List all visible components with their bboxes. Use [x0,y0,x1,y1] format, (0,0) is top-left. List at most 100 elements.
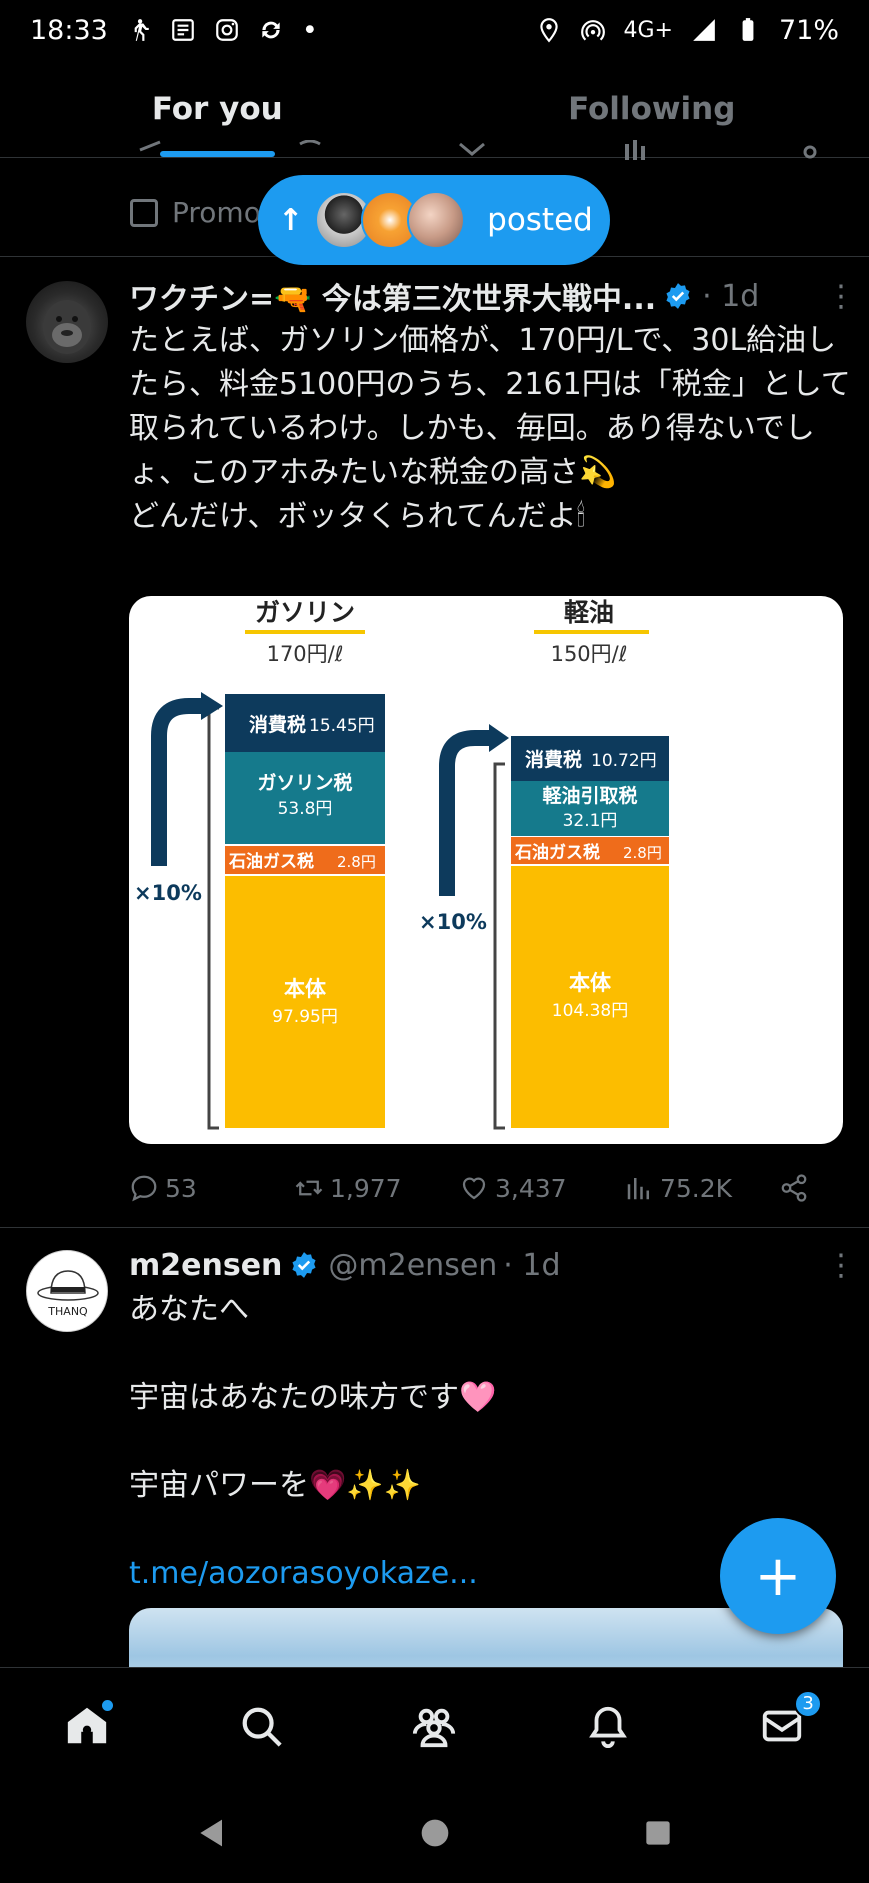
instagram-icon [215,19,238,41]
reply-icon [131,1175,157,1202]
value: 15.45円 [309,716,375,736]
search-icon [242,1707,282,1747]
more-options-icon[interactable]: ⋮ [825,279,856,314]
tweet-header: m2ensen @m2ensen · 1d ⋮ [129,1244,856,1286]
tab-for-you-label: For you [151,90,283,127]
home-circle-icon[interactable] [415,1813,455,1853]
repost-button[interactable]: 1,977 [294,1173,459,1203]
arrow-head [489,724,509,752]
label: 石油ガス税 [228,851,314,872]
bracket [207,706,219,1130]
nav-messages[interactable]: 3 [752,1689,823,1756]
label: 軽油引取税 [542,784,637,807]
nav-notifications[interactable] [578,1696,638,1756]
share-button[interactable] [779,1173,809,1203]
pill-avatars [315,191,466,249]
compose-button[interactable]: + [720,1518,836,1634]
status-time: 18:33 [30,14,108,46]
previous-tweet-icons [139,140,817,160]
value: 2.8円 [337,853,376,871]
more-options-icon[interactable]: ⋮ [825,1248,856,1283]
reply-count: 53 [165,1173,197,1203]
hotspot-icon [580,20,605,41]
communities-icon [413,1708,456,1747]
author-name[interactable]: m2ensen [129,1248,282,1283]
reply-button[interactable]: 53 [129,1173,294,1203]
nav-communities[interactable] [404,1696,464,1756]
back-icon[interactable] [192,1813,232,1853]
tab-following-label: Following [568,90,736,127]
value: 10.72円 [591,751,657,771]
promoted-icon [130,198,158,227]
nav-home[interactable] [57,1696,117,1756]
gasoline-price: 170円/ℓ [267,642,344,666]
label: 消費税 [249,713,306,736]
tweet-time: · 1d [503,1247,561,1283]
avatar[interactable]: THANQ [26,1250,108,1332]
gasoline-rate: ×10% [134,881,202,905]
verified-icon [666,283,690,309]
arrow-head [201,692,223,720]
arrow [151,698,201,866]
title-underline [245,630,365,634]
tweet-media-image[interactable] [129,1608,843,1668]
bracket [493,762,505,1130]
tweet-text-line: あなたへ [129,1292,249,1327]
messages-badge: 3 [794,1689,823,1718]
nav-search[interactable] [231,1696,291,1756]
like-button[interactable]: 3,437 [459,1173,624,1203]
new-content-dot [101,1699,113,1711]
previous-tweet-actions [0,140,869,160]
like-count: 3,437 [495,1173,567,1203]
views-button[interactable]: 75.2K [624,1173,779,1203]
network-type: 4G+ [623,17,673,43]
walk-icon [134,19,149,41]
value: 104.38円 [552,1001,628,1021]
arrow-up-icon: ↑ [278,202,304,238]
label: ガソリン税 [257,771,352,794]
author-handle[interactable]: @m2ensen [328,1248,497,1283]
value: 53.8円 [278,799,333,819]
location-icon [539,18,558,43]
new-posts-pill[interactable]: ↑ posted [258,175,610,265]
status-dot: • [301,14,318,46]
bottom-navigation: 3 [0,1667,869,1783]
label: 本体 [569,971,612,995]
share-icon [781,1174,807,1202]
diesel-price: 150円/ℓ [551,642,628,666]
gorilla-avatar-image [43,300,91,354]
promoted-label: Promo [130,196,261,229]
sync-icon [262,21,280,39]
title-underline [534,630,649,634]
tweet-text-line: 宇宙パワーを💗✨✨ [129,1468,422,1503]
notifications-icon [589,1706,628,1748]
system-navigation [0,1783,869,1883]
value: 2.8円 [623,844,662,862]
tweet[interactable]: ワクチン=🔫 今は第三次世界大戦中... · 1d ⋮ たとえば、ガソリン価格が… [0,257,869,1227]
diesel-title: 軽油 [564,598,614,627]
fuel-tax-infographic: ガソリン 170円/ℓ 消費税 15.45円 ガソリン税 53.8円 石油ガス税… [134,598,669,1130]
pill-avatar [407,191,466,249]
diesel-rate: ×10% [419,910,487,934]
gasoline-base-bar [225,876,385,1128]
repost-count: 1,977 [330,1173,402,1203]
label: 本体 [284,977,327,1001]
verified-icon [292,1252,316,1278]
tweet-text: たとえば、ガソリン価格が、170円/Lで、30L給油したら、料金5100円のうち… [129,323,851,534]
tweet-actions: 53 1,977 3,437 75.2K [129,1168,809,1208]
views-count: 75.2K [660,1173,733,1203]
heart-icon [462,1177,486,1200]
hat-avatar-image: THANQ [37,1270,99,1318]
promoted-text: Promo [172,196,261,229]
recents-icon[interactable] [638,1813,678,1853]
gasoline-fuel-tax-bar [225,752,385,844]
battery-level: 71% [778,14,839,46]
tweet-media-image[interactable]: ガソリン 170円/ℓ 消費税 15.45円 ガソリン税 53.8円 石油ガス税… [129,596,843,1144]
tweet-text-line: 宇宙はあなたの味方です🩷 [129,1380,497,1415]
avatar[interactable] [26,281,108,363]
label: 消費税 [525,748,582,771]
author-name[interactable]: ワクチン=🔫 今は第三次世界大戦中... [129,274,656,318]
posted-label: posted [487,202,593,238]
status-bar: 18:33 • 4G+ 71% [0,0,869,60]
tweet-header: ワクチン=🔫 今は第三次世界大戦中... · 1d ⋮ [129,274,856,318]
